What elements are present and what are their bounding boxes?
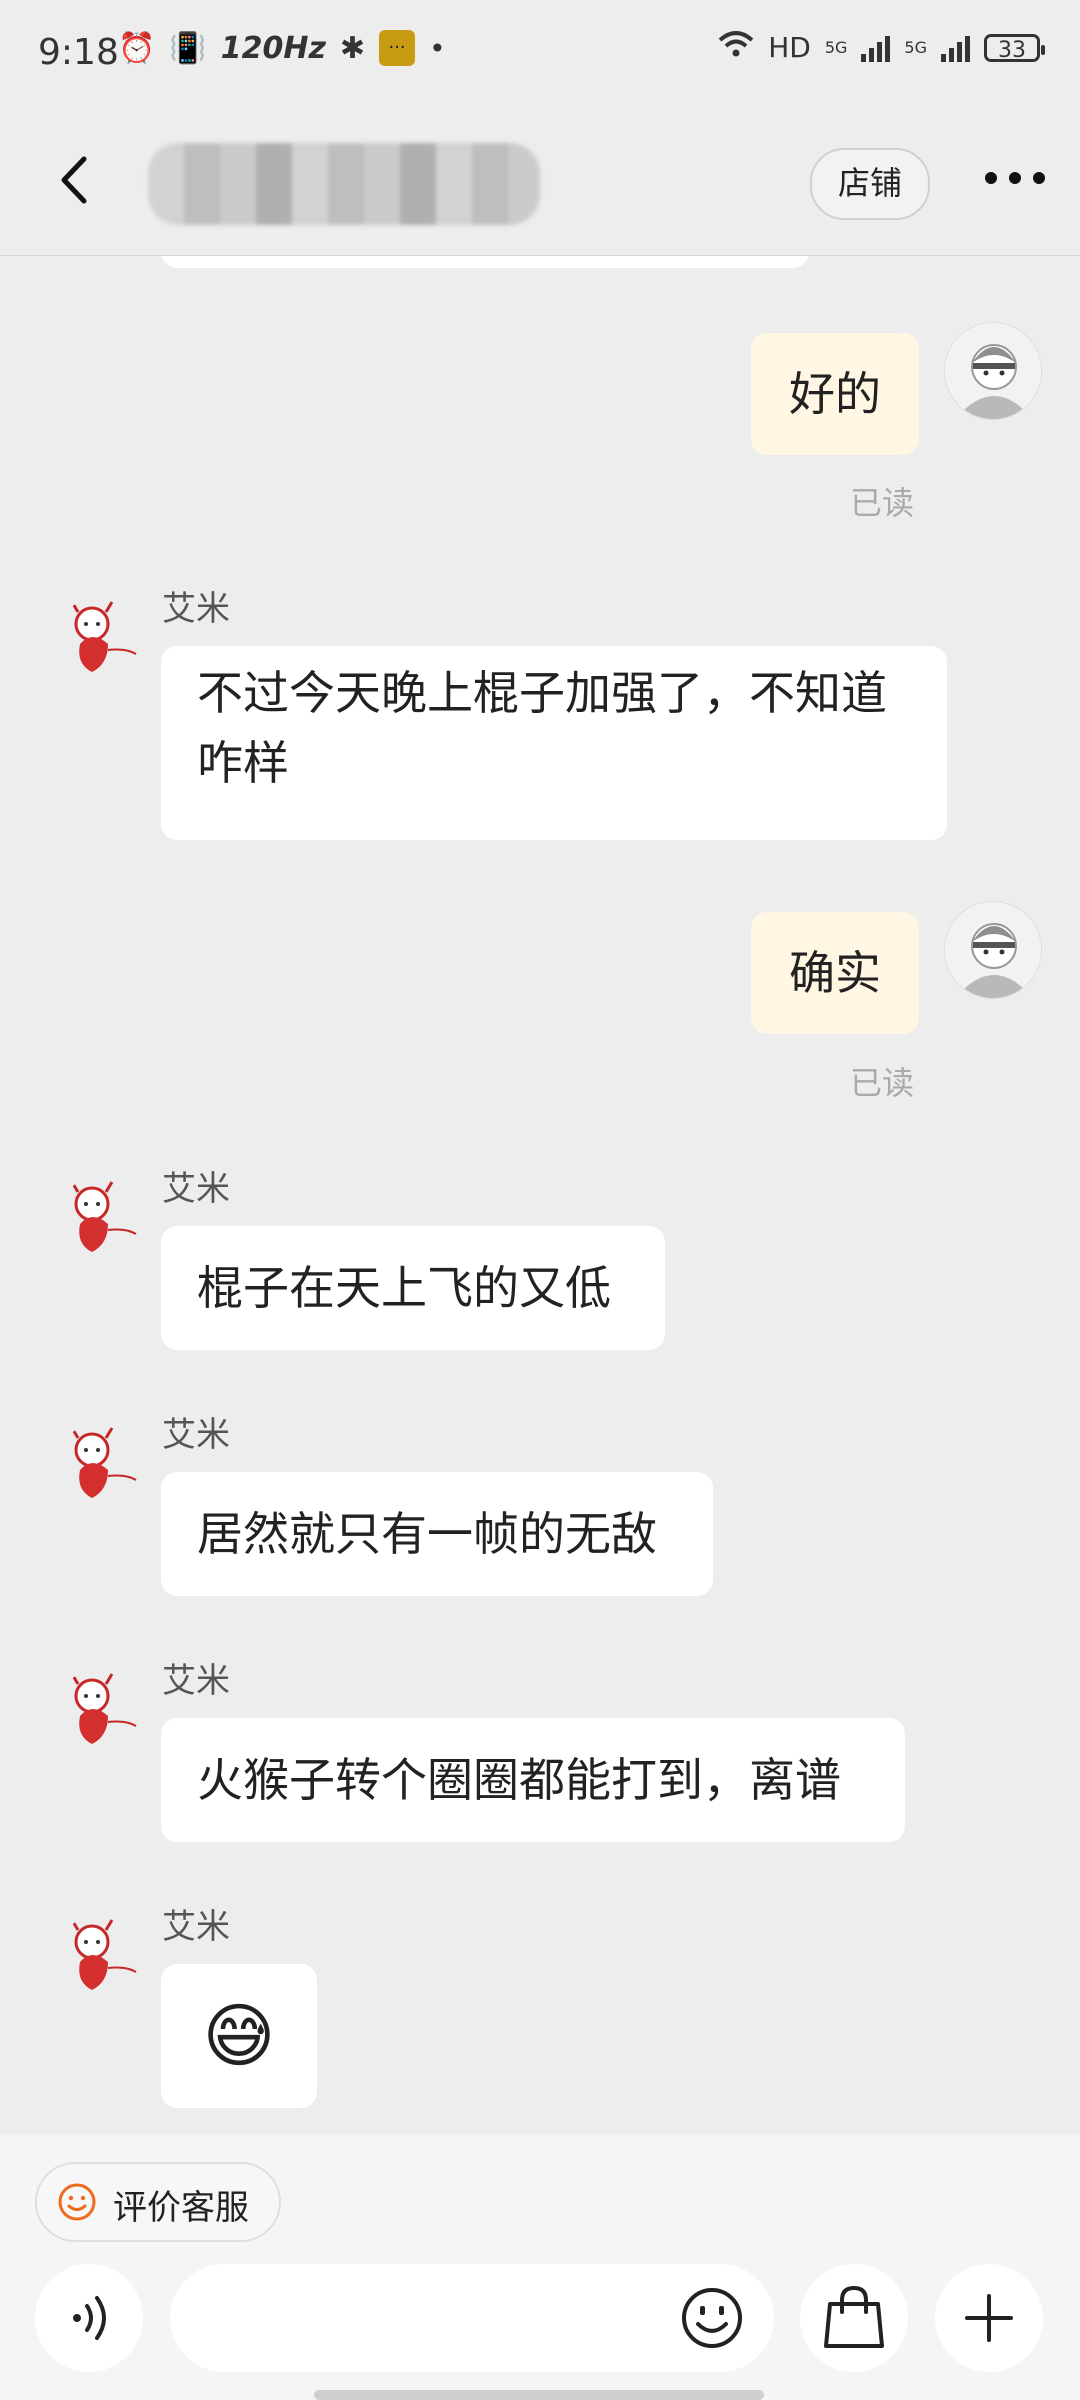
contact-avatar[interactable] [56,1420,154,1518]
message-bubble-other[interactable]: 棍子在天上飞的又低 [161,1226,665,1350]
sender-name: 艾米 [162,1415,230,1455]
shopping-bag-button[interactable] [800,2264,908,2372]
signal-5g-label-2: 5G [904,38,927,57]
bottom-input-area: 评价客服 [0,2134,1080,2400]
read-status: 已读 [850,484,915,522]
message-bubble-other[interactable]: 居然就只有一帧的无敌 [161,1472,713,1596]
sender-name: 艾米 [162,1661,230,1701]
shop-button[interactable]: 店铺 [810,148,930,220]
contact-avatar[interactable] [56,1666,154,1764]
smile-icon [58,2183,96,2221]
signal-icon [861,34,891,62]
rate-service-label: 评价客服 [113,2188,249,2228]
cow-mascot-icon [70,1181,137,1252]
read-status: 已读 [850,1064,915,1102]
message-bubble-me[interactable]: 确实 [751,912,919,1034]
alarm-icon: ⏰ [118,30,156,66]
notification-dot-icon: • [429,31,446,65]
cow-mascot-icon [70,1919,137,1990]
message-list[interactable]: 好的 已读 艾米 不过今天晚上棍子加强了，不知道咋样 确实 已读 艾米 棍子在天… [0,256,1080,2134]
hd-label: HD [768,31,811,64]
bluetooth-icon: ✱ [339,30,366,66]
back-button[interactable] [50,155,100,205]
more-actions-button[interactable] [935,2264,1043,2372]
contact-avatar[interactable] [56,1912,154,2010]
plus-icon [965,2294,1013,2342]
sender-name: 艾米 [162,1169,230,1209]
shopping-bag-icon [824,2285,884,2348]
message-input[interactable] [170,2264,774,2372]
cow-mascot-icon [70,1427,137,1498]
sender-name: 艾米 [162,589,230,629]
wifi-icon [718,30,754,65]
previous-message-bubble [160,256,810,268]
sender-name: 艾米 [162,1907,230,1947]
user-avatar-icon [946,903,1041,998]
refresh-rate-label: 120Hz [220,30,326,66]
rate-service-button[interactable]: 评价客服 [35,2162,281,2242]
chat-header: 店铺 [0,110,1080,256]
app-notification-icon: ··· [379,30,416,66]
home-indicator[interactable] [314,2390,764,2400]
message-bubble-other[interactable]: 火猴子转个圈圈都能打到，离谱 [161,1718,905,1842]
message-emoji-bubble[interactable]: 😅 [161,1964,317,2108]
contact-avatar[interactable] [56,1174,154,1272]
signal-icon-2 [941,34,970,62]
signal-5g-label: 5G [824,38,848,57]
status-bar: 9:18 ⏰ 📳 120Hz ✱ ··· • HD 5G 5G 33 [0,0,1080,110]
chat-title-obscured [148,143,540,225]
more-horizontal-icon [985,172,997,184]
contact-avatar[interactable] [56,594,154,692]
my-avatar[interactable] [944,901,1042,999]
status-time: 9:18 [38,32,119,73]
vibrate-icon: 📳 [169,30,207,66]
my-avatar[interactable] [944,322,1042,420]
message-bubble-other[interactable]: 不过今天晚上棍子加强了，不知道咋样 [161,646,947,840]
cow-mascot-icon [70,1673,137,1744]
user-avatar-icon [946,324,1041,419]
voice-button[interactable] [35,2264,143,2372]
message-bubble-me[interactable]: 好的 [751,333,919,455]
cow-mascot-icon [70,601,137,672]
emoji-icon[interactable] [680,2286,744,2350]
battery-icon: 33 [984,33,1045,63]
chevron-left-icon [61,156,87,204]
more-button[interactable] [985,172,1045,184]
voice-icon [73,2296,106,2340]
